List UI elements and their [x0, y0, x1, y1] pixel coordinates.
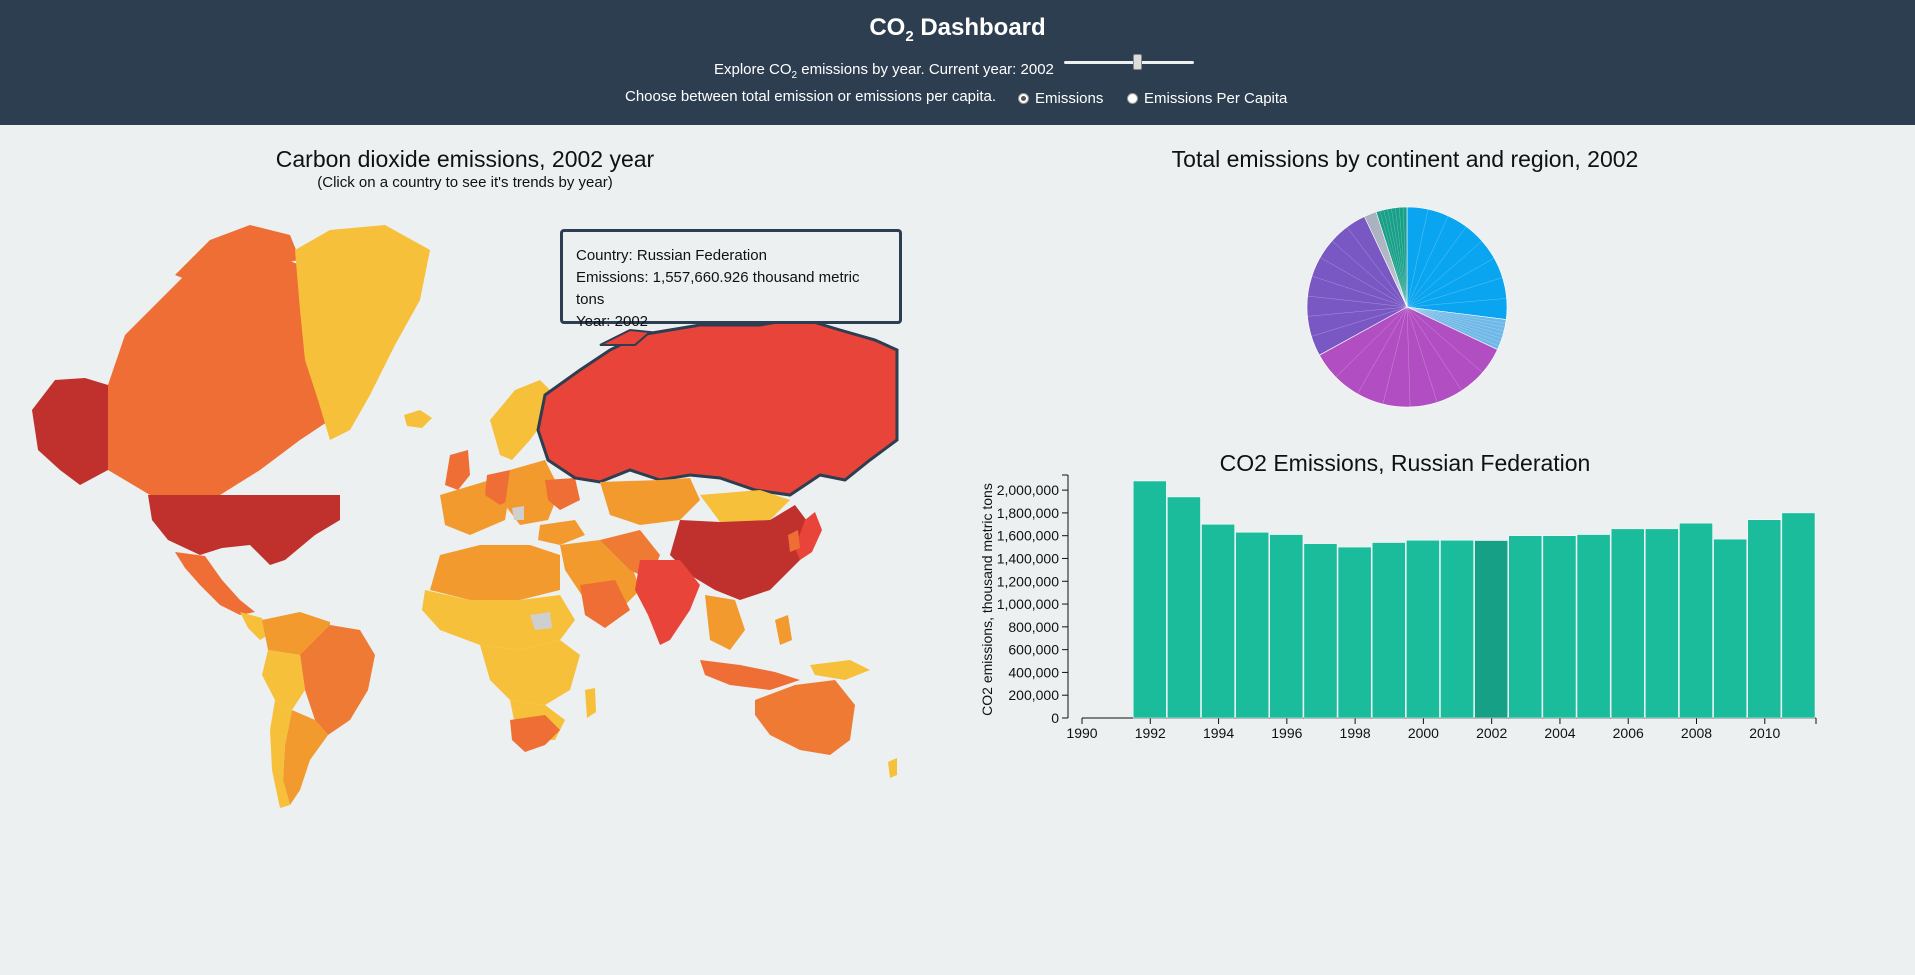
- year-slider-track[interactable]: [1064, 61, 1194, 64]
- country-australia[interactable]: [755, 680, 855, 755]
- country-madagascar[interactable]: [585, 688, 596, 718]
- bar-2007[interactable]: [1645, 528, 1679, 719]
- bar-2005[interactable]: [1576, 534, 1611, 719]
- radio-per-capita-dot[interactable]: [1127, 93, 1138, 104]
- bar-y-tick-label: 200,000: [1008, 687, 1059, 703]
- bar-x-tick-label: 1992: [1135, 725, 1166, 741]
- radio-emissions-label: Emissions: [1035, 90, 1104, 107]
- bar-x-tick-label: 2006: [1613, 725, 1644, 741]
- bar-y-axis-label: CO2 emissions, thousand metric tons: [979, 483, 995, 716]
- bar-1992[interactable]: [1132, 480, 1167, 719]
- bar-x-tick-label: 2008: [1681, 725, 1712, 741]
- country-alaska[interactable]: [32, 378, 108, 485]
- bar-1993[interactable]: [1167, 496, 1201, 719]
- year-slider-thumb[interactable]: [1133, 54, 1143, 70]
- bar-1999[interactable]: [1371, 542, 1406, 719]
- tooltip-country: Country: Russian Federation: [576, 247, 767, 264]
- bar-y-tick-label: 1,200,000: [997, 573, 1059, 589]
- app-title: CO2 Dashboard: [869, 14, 1046, 45]
- country-southeast-asia[interactable]: [705, 595, 745, 650]
- tooltip-year: Year: 2002: [576, 313, 649, 330]
- bar-1995[interactable]: [1235, 532, 1270, 719]
- tooltip-emissions: Emissions: 1,557,660.926 thousand metric…: [576, 269, 860, 308]
- country-philippines[interactable]: [775, 615, 792, 645]
- year-slider-label: Explore CO2 emissions by year. Current y…: [714, 61, 1054, 81]
- bar-2001[interactable]: [1440, 540, 1474, 719]
- country-indonesia[interactable]: [700, 660, 800, 690]
- bar-y-tick-label: 2,000,000: [997, 482, 1059, 498]
- bar-y-tick-label: 1,400,000: [997, 550, 1059, 566]
- dashboard-header: CO2 Dashboard Explore CO2 emissions by y…: [0, 0, 1915, 125]
- bar-1997[interactable]: [1303, 543, 1338, 719]
- bar-y-tick-label: 800,000: [1008, 619, 1059, 635]
- bar-x-tick-label: 1994: [1203, 725, 1234, 741]
- bar-x-tick-label: 1990: [1066, 725, 1097, 741]
- map-title: Carbon dioxide emissions, 2002 year: [275, 146, 655, 172]
- radio-per-capita-label: Emissions Per Capita: [1144, 90, 1288, 107]
- country-iceland[interactable]: [404, 410, 432, 428]
- bar-2006[interactable]: [1610, 528, 1645, 719]
- country-new-zealand[interactable]: [888, 758, 897, 778]
- map-subtitle: (Click on a country to see it's trends b…: [317, 174, 613, 191]
- bar-y-tick-label: 1,000,000: [997, 596, 1059, 612]
- bar-1994[interactable]: [1201, 524, 1235, 719]
- map-tooltip: Country: Russian Federation Emissions: 1…: [560, 229, 902, 330]
- country-uk[interactable]: [445, 450, 470, 490]
- radio-emissions[interactable]: Emissions: [1018, 90, 1103, 107]
- bar-1998[interactable]: [1337, 546, 1372, 719]
- bar-2004[interactable]: [1542, 535, 1577, 719]
- bar-x-tick-label: 2004: [1544, 725, 1575, 741]
- bar-x-tick-label: 1998: [1340, 725, 1371, 741]
- bar-2011[interactable]: [1781, 512, 1816, 719]
- year-slider[interactable]: [1064, 52, 1194, 72]
- bar-2009[interactable]: [1713, 538, 1747, 719]
- country-russian-federation[interactable]: [536, 316, 899, 497]
- bar-x-tick-label: 1996: [1271, 725, 1302, 741]
- country-central-africa[interactable]: [480, 640, 580, 705]
- bar-x-tick-label: 2010: [1749, 725, 1780, 741]
- bar-2003[interactable]: [1508, 535, 1543, 719]
- bar-2002[interactable]: [1474, 540, 1508, 719]
- country-papua[interactable]: [810, 660, 870, 680]
- country-kazakhstan[interactable]: [600, 478, 700, 525]
- radio-per-capita[interactable]: Emissions Per Capita: [1127, 90, 1287, 107]
- country-turkey[interactable]: [538, 520, 585, 545]
- bar-2008[interactable]: [1679, 522, 1713, 719]
- bar-y-tick-label: 400,000: [1008, 664, 1059, 680]
- bar-1996[interactable]: [1269, 534, 1304, 719]
- radio-prompt: Choose between total emission or emissio…: [625, 88, 997, 105]
- country-no-data-europe[interactable]: [512, 506, 524, 520]
- bar-chart[interactable]: CO2 emissions, thousand metric tons 0 200,…: [970, 465, 1840, 765]
- bar-y-tick-label: 1,800,000: [997, 505, 1059, 521]
- bar-y-tick-label: 1,600,000: [997, 528, 1059, 544]
- pie-title: Total emissions by continent and region,…: [1171, 146, 1639, 172]
- radio-emissions-dot[interactable]: [1018, 93, 1029, 104]
- country-north-africa[interactable]: [430, 545, 560, 600]
- bar-2010[interactable]: [1747, 519, 1782, 719]
- bar-y-tick-label: 0: [1051, 710, 1059, 726]
- country-mexico[interactable]: [175, 552, 255, 615]
- bar-2000[interactable]: [1406, 540, 1440, 719]
- bar-x-tick-label: 2002: [1476, 725, 1507, 741]
- bar-x-tick-label: 2000: [1408, 725, 1439, 741]
- bar-y-tick-label: 600,000: [1008, 642, 1059, 658]
- pie-chart[interactable]: [1300, 200, 1515, 415]
- country-peru-bolivia[interactable]: [262, 650, 305, 710]
